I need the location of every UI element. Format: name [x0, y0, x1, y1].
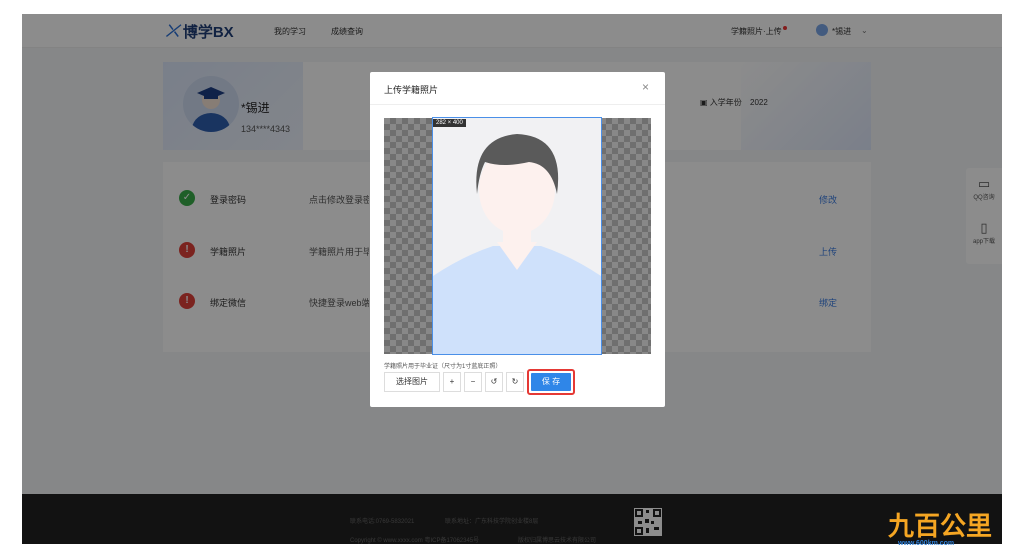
- portrait-placeholder-image: [433, 118, 601, 354]
- zoom-out-button[interactable]: −: [464, 372, 482, 392]
- app-window: ⤫ 博学BX 我的学习 成绩查询 学籍照片·上传 *锡进 ⌄ *锡进 134**…: [22, 14, 1002, 544]
- screenshot-frame: ⤫ 博学BX 我的学习 成绩查询 学籍照片·上传 *锡进 ⌄ *锡进 134**…: [0, 0, 1024, 558]
- image-cropper[interactable]: 282 × 400: [384, 117, 651, 355]
- watermark-brand: 九百公里: [888, 511, 993, 541]
- watermark-logo: 九百公里 www.600km.com: [884, 506, 1014, 550]
- crop-dimension-label: 282 × 400: [433, 119, 466, 127]
- rotate-left-button[interactable]: ↺: [485, 372, 503, 392]
- zoom-in-button[interactable]: +: [443, 372, 461, 392]
- watermark-url: www.600km.com: [898, 540, 955, 547]
- choose-image-button[interactable]: 选择图片: [384, 372, 440, 392]
- crop-box[interactable]: [432, 117, 602, 355]
- dialog-title: 上传学籍照片: [384, 85, 439, 95]
- photo-hint: 学籍照片用于毕业证（尺寸为1寸蓝底正照）: [384, 364, 502, 370]
- rotate-right-button[interactable]: ↻: [506, 372, 524, 392]
- close-icon[interactable]: ×: [642, 80, 649, 94]
- dialog-divider: [370, 104, 665, 105]
- highlight-box: [527, 369, 575, 395]
- upload-photo-dialog: 上传学籍照片 × 282 × 400 学籍照片用于毕业证（尺寸为1寸蓝底正照） …: [370, 72, 665, 407]
